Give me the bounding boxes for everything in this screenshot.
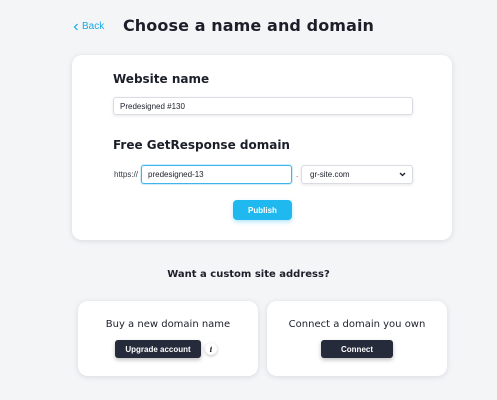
domain-select-value: gr-site.com [310, 170, 350, 179]
website-name-input[interactable] [113, 97, 413, 115]
info-icon[interactable]: i [205, 343, 217, 355]
custom-address-title: Want a custom site address? [167, 269, 330, 280]
connect-button[interactable]: Connect [321, 340, 393, 358]
connect-domain-heading: Connect a domain you own [288, 319, 426, 330]
free-domain-label: Free GetResponse domain [113, 138, 290, 152]
https-prefix: https:// [114, 170, 139, 179]
buy-domain-heading: Buy a new domain name [105, 319, 231, 330]
website-name-label: Website name [113, 72, 210, 86]
domain-separator: . [296, 170, 299, 179]
subdomain-input[interactable] [141, 165, 292, 184]
chevron-down-icon [399, 170, 406, 179]
connect-domain-card [267, 301, 447, 376]
domain-select[interactable]: gr-site.com [301, 165, 413, 184]
upgrade-account-button[interactable]: Upgrade account [115, 340, 201, 358]
page-title: Choose a name and domain [122, 16, 375, 35]
publish-button[interactable]: Publish [233, 200, 292, 220]
buy-domain-card [78, 301, 258, 376]
